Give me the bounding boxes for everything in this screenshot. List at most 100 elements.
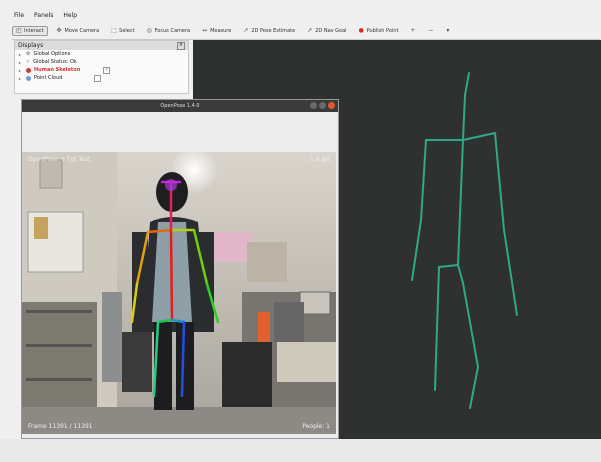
display-item-label: Global Status: Ok: [33, 59, 77, 65]
interact-tool-button[interactable]: ◰ Interact: [12, 26, 48, 36]
tool-options-button[interactable]: ▾: [443, 27, 455, 35]
skeleton-right-upper-arm: [494, 132, 505, 231]
add-tool-button[interactable]: +: [407, 27, 419, 35]
displays-title: Displays: [18, 42, 44, 49]
move-camera-tool-button[interactable]: ✥ Move Camera: [54, 27, 103, 35]
skeleton-left-forearm: [411, 219, 422, 281]
tool-label: 2D Nav Goal: [315, 28, 347, 34]
display-item-label: Point Cloud: [34, 75, 63, 81]
point-cloud-icon: [26, 75, 31, 81]
skeleton-spine: [457, 139, 464, 266]
tool-label: Interact: [24, 28, 44, 34]
tool-label: 2D Pose Estimate: [251, 28, 296, 34]
measure-icon: ↔: [202, 27, 208, 34]
equipment-rack: [274, 302, 304, 342]
select-tool-button[interactable]: ⬚ Select: [108, 27, 137, 35]
close-icon[interactable]: [328, 102, 335, 109]
pose-estimate-icon: ↗: [243, 27, 249, 34]
skeleton-right-forearm: [503, 229, 518, 316]
expand-arrow-icon[interactable]: ▸: [19, 52, 23, 57]
skeleton-neck: [464, 72, 470, 96]
window-title: OpenPose 1.4.0: [160, 103, 200, 109]
desk-top: [277, 342, 336, 382]
displays-header: Displays ×: [15, 41, 188, 50]
error-icon: [26, 67, 31, 73]
skeleton-right-shoulder: [462, 132, 496, 141]
skeleton-right-shin: [469, 366, 479, 409]
wall-sign: [39, 159, 63, 189]
tool-label: Select: [119, 28, 135, 34]
menu-file[interactable]: File: [14, 12, 24, 19]
box: [247, 242, 287, 282]
select-icon: ⬚: [111, 27, 117, 34]
overlay-bottom-left: Frame 11391 / 11391: [28, 423, 93, 430]
publish-point-tool-button[interactable]: ● Publish Point: [356, 27, 402, 35]
status-bar: [0, 439, 601, 462]
shelf-line: [26, 344, 92, 347]
tool-label: Publish Point: [366, 28, 399, 34]
focus-camera-tool-button[interactable]: ◎ Focus Camera: [144, 27, 194, 35]
tool-label: Move Camera: [64, 28, 100, 34]
display-item-global-status[interactable]: ▸ ✓ Global Status: Ok: [15, 58, 188, 66]
publish-point-icon: ●: [358, 27, 364, 34]
menu-bar: File Panels Help: [12, 9, 601, 22]
expand-arrow-icon[interactable]: ▸: [19, 76, 23, 81]
poster: [34, 217, 48, 239]
display-item-label: Global Options: [33, 51, 71, 57]
close-icon[interactable]: ×: [177, 41, 185, 50]
nav-goal-tool-button[interactable]: ↗ 2D Nav Goal: [304, 27, 349, 35]
display-item-human-skeleton[interactable]: ▸ Human Skeleton ✓: [15, 66, 188, 74]
enable-checkbox[interactable]: ✓: [103, 66, 111, 74]
expand-arrow-icon[interactable]: ▸: [19, 60, 23, 65]
tool-label: Focus Camera: [154, 28, 191, 34]
camera-feed: OpenPose + Tgt Test 1.4 ips Frame 11391 …: [22, 152, 336, 434]
minus-icon: −: [428, 27, 434, 34]
office-chair-2: [222, 342, 272, 412]
skeleton-right-hip: [457, 264, 464, 284]
overlay-bottom-right: People: 1: [302, 423, 330, 430]
skeleton-spine: [169, 228, 174, 322]
toolbar: ◰ Interact ✥ Move Camera ⬚ Select ◎ Focu…: [12, 23, 600, 40]
minimize-icon[interactable]: [310, 102, 317, 109]
pose-estimate-tool-button[interactable]: ↗ 2D Pose Estimate: [240, 27, 298, 35]
skeleton-face-marker: [165, 179, 177, 191]
shelf-line: [26, 310, 92, 313]
remove-tool-button[interactable]: −: [425, 27, 437, 35]
openpose-title-bar[interactable]: OpenPose 1.4.0: [22, 100, 338, 112]
cabinet: [102, 292, 122, 382]
gear-icon: ⚙: [26, 51, 31, 57]
skeleton-right-thigh: [462, 282, 479, 368]
expand-arrow-icon[interactable]: ▸: [19, 68, 23, 73]
camera-scene: [22, 152, 336, 434]
maximize-icon[interactable]: [319, 102, 326, 109]
skeleton-left-upper-arm: [420, 139, 427, 221]
skeleton-neck-lower: [462, 94, 466, 141]
menu-help[interactable]: Help: [63, 12, 77, 19]
overlay-top-right: 1.4 ips: [309, 156, 330, 163]
skeleton-left-hip: [438, 264, 459, 268]
move-camera-icon: ✥: [56, 27, 62, 34]
display-item-point-cloud[interactable]: ▸ Point Cloud: [15, 74, 188, 82]
measure-tool-button[interactable]: ↔ Measure: [199, 27, 234, 35]
menu-panels[interactable]: Panels: [34, 12, 53, 19]
checkmark-icon: ✓: [26, 59, 31, 65]
displays-panel: Displays × ▸ ⚙ Global Options ▸ ✓ Global…: [14, 40, 189, 94]
interact-icon: ◰: [16, 27, 22, 34]
display-item-label: Human Skeleton: [34, 67, 81, 73]
plus-icon: +: [410, 27, 416, 34]
shelf-line: [26, 378, 92, 381]
office-chair: [122, 332, 152, 392]
chevron-down-icon: ▾: [446, 27, 450, 34]
shelf-left: [22, 302, 97, 412]
oscilloscope: [299, 291, 331, 315]
tool-label: Measure: [210, 28, 232, 34]
nav-goal-icon: ↗: [307, 27, 313, 34]
openpose-window: OpenPose 1.4.0 OpenPose + Tgt Test 1.4 i…: [21, 99, 339, 439]
person-right-leg: [176, 322, 194, 410]
overlay-top-left: OpenPose + Tgt Test: [28, 156, 91, 163]
enable-checkbox[interactable]: [94, 74, 102, 82]
plush-toys: [212, 232, 252, 262]
focus-camera-icon: ◎: [146, 27, 152, 34]
display-item-global-options[interactable]: ▸ ⚙ Global Options: [15, 50, 188, 58]
skeleton-left-leg: [434, 266, 440, 391]
